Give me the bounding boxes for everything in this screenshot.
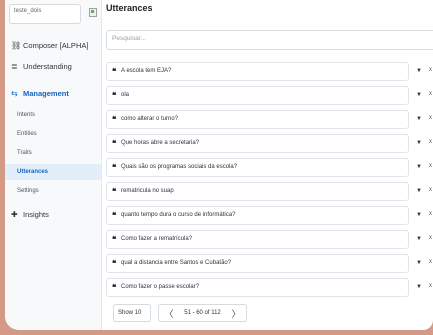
expand-caret-icon[interactable]: ▼ — [416, 212, 422, 218]
utterance-row[interactable]: ❝ qual a distancia entre Santos e Cubatão… — [106, 254, 409, 273]
quote-icon: ❝ — [112, 187, 117, 196]
insights-icon: ✚ — [11, 209, 18, 219]
sidebar-subitem-traits[interactable]: Traits — [5, 145, 101, 161]
sliders-icon: ⇆ — [11, 88, 18, 98]
page-size-select[interactable]: Show 10 — [113, 304, 151, 322]
quote-icon: ❝ — [112, 283, 117, 292]
next-page-button[interactable]: 〉 — [232, 307, 241, 320]
app-window: teste_dois ⛓ Composer [ALPHA] ≣ Understa… — [5, 0, 433, 330]
utterance-text: Como fazer a rematrícula? — [121, 236, 193, 242]
utterance-row[interactable]: ❝ Como fazer a rematrícula? — [106, 230, 409, 249]
expand-caret-icon[interactable]: ▼ — [416, 68, 422, 74]
sidebar-item-label: Management — [23, 88, 69, 98]
delete-icon[interactable]: x — [429, 283, 432, 289]
quote-icon: ❝ — [112, 235, 117, 244]
delete-icon[interactable]: x — [429, 211, 432, 217]
utterance-text: Quais são os programas sociais da escola… — [121, 164, 238, 170]
delete-icon[interactable]: x — [429, 67, 432, 73]
sidebar-item-label: Understanding — [23, 61, 72, 71]
sidebar-item-management[interactable]: ⇆ Management — [5, 84, 101, 102]
quote-icon: ❝ — [112, 115, 117, 124]
utterance-row[interactable]: ❝ ola — [106, 86, 409, 105]
expand-caret-icon[interactable]: ▼ — [416, 236, 422, 242]
quote-icon: ❝ — [112, 211, 117, 220]
utterance-row[interactable]: ❝ Como fazer o passe escolar? — [106, 278, 409, 297]
utterance-row[interactable]: ❝ como alterar o turno? — [106, 110, 409, 129]
sidebar-item-understanding[interactable]: ≣ Understanding — [5, 57, 101, 75]
utterance-text: Que horas abre a secretaria? — [121, 140, 200, 146]
utterance-row[interactable]: ❝ Que horas abre a secretaria? — [106, 134, 409, 153]
utterance-text: rematricula no suap — [121, 188, 174, 194]
expand-caret-icon[interactable]: ▼ — [416, 92, 422, 98]
utterance-text: qual a distancia entre Santos e Cubatão? — [121, 260, 232, 266]
page-range: 51 - 60 of 112 — [184, 310, 221, 316]
expand-caret-icon[interactable]: ▼ — [416, 140, 422, 146]
utterance-text: como alterar o turno? — [121, 116, 179, 122]
page-title: Utterances — [106, 3, 153, 13]
sidebar-subitem-settings[interactable]: Settings — [5, 183, 101, 199]
main-content: Utterances Pesquisar... ❝ A escola tem EJ… — [106, 0, 433, 330]
utterance-row[interactable]: ❝ rematricula no suap — [106, 182, 409, 201]
utterance-row[interactable]: ❝ A escola tem EJA? — [106, 62, 409, 81]
expand-caret-icon[interactable]: ▼ — [416, 116, 422, 122]
quote-icon: ❝ — [112, 163, 117, 172]
expand-caret-icon[interactable]: ▼ — [416, 260, 422, 266]
broken-image-icon — [89, 8, 97, 17]
quote-icon: ❝ — [112, 139, 117, 148]
sidebar-item-composer[interactable]: ⛓ Composer [ALPHA] — [5, 36, 101, 54]
pagination: 〈 51 - 60 of 112 〉 — [158, 304, 247, 322]
delete-icon[interactable]: x — [429, 139, 432, 145]
sidebar-item-label: Composer [ALPHA] — [23, 40, 89, 50]
expand-caret-icon[interactable]: ▼ — [416, 164, 422, 170]
sidebar-item-label: Insights — [23, 209, 49, 219]
delete-icon[interactable]: x — [429, 187, 432, 193]
utterance-row[interactable]: ❝ quanto tempo dura o curso de informátic… — [106, 206, 409, 225]
search-input[interactable]: Pesquisar... — [106, 30, 433, 50]
delete-icon[interactable]: x — [429, 115, 432, 121]
utterance-text: A escola tem EJA? — [121, 68, 172, 74]
utterance-row[interactable]: ❝ Quais são os programas sociais da escol… — [106, 158, 409, 177]
sidebar-item-insights[interactable]: ✚ Insights — [5, 205, 101, 223]
sidebar-subitem-intents[interactable]: Intents — [5, 107, 101, 123]
prev-page-button[interactable]: 〈 — [164, 307, 173, 320]
book-icon: ≣ — [11, 61, 18, 71]
sidebar-subitem-entities[interactable]: Entities — [5, 126, 101, 142]
delete-icon[interactable]: x — [429, 163, 432, 169]
flow-icon: ⛓ — [11, 40, 22, 50]
delete-icon[interactable]: x — [429, 91, 432, 97]
quote-icon: ❝ — [112, 67, 117, 76]
utterance-text: ola — [121, 92, 130, 98]
quote-icon: ❝ — [112, 259, 117, 268]
sidebar-subitem-utterances[interactable]: Utterances — [5, 164, 101, 180]
bot-selector[interactable]: teste_dois — [9, 4, 81, 24]
utterance-text: quanto tempo dura o curso de informática… — [121, 212, 236, 218]
expand-caret-icon[interactable]: ▼ — [416, 188, 422, 194]
utterance-text: Como fazer o passe escolar? — [121, 284, 200, 290]
quote-icon: ❝ — [112, 91, 117, 100]
delete-icon[interactable]: x — [429, 259, 432, 265]
expand-caret-icon[interactable]: ▼ — [416, 284, 422, 290]
delete-icon[interactable]: x — [429, 235, 432, 241]
sidebar: teste_dois ⛓ Composer [ALPHA] ≣ Understa… — [5, 0, 102, 330]
